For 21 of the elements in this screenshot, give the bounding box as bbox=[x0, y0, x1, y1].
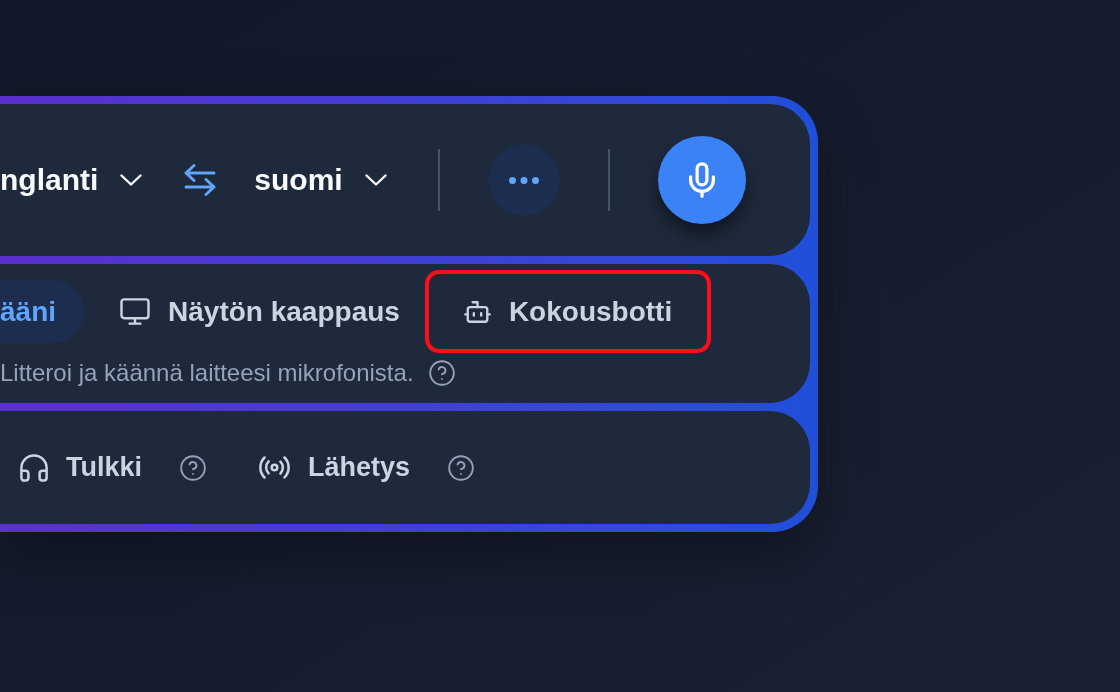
broadcast-icon bbox=[259, 456, 291, 479]
robot-icon bbox=[463, 300, 491, 323]
help-icon[interactable] bbox=[180, 454, 207, 481]
source-language-select[interactable]: nglanti bbox=[0, 165, 143, 195]
headphones-icon bbox=[20, 453, 48, 482]
mode-option-button[interactable]: Tulkki bbox=[20, 453, 143, 482]
target-language-select[interactable]: suomi bbox=[254, 165, 387, 195]
source-tab[interactable]: Näytön kaappaus bbox=[92, 280, 428, 343]
mode-option-button[interactable]: Lähetys bbox=[259, 454, 411, 481]
swap-languages-button[interactable] bbox=[184, 164, 217, 196]
source-tab[interactable]: ääni bbox=[0, 280, 85, 343]
chevron-down-icon bbox=[120, 174, 143, 186]
monitor-icon bbox=[120, 298, 151, 325]
chevron-down-icon bbox=[364, 174, 387, 186]
source-tab[interactable]: Kokousbotti bbox=[435, 280, 701, 343]
microphone-icon bbox=[689, 162, 715, 198]
ellipsis-icon bbox=[509, 176, 539, 184]
help-icon[interactable] bbox=[428, 360, 455, 386]
description-text: Litteroi ja käännä laitteesi mikrofonista. bbox=[0, 358, 414, 388]
help-icon[interactable] bbox=[448, 454, 475, 481]
swap-arrows-icon bbox=[184, 164, 217, 196]
